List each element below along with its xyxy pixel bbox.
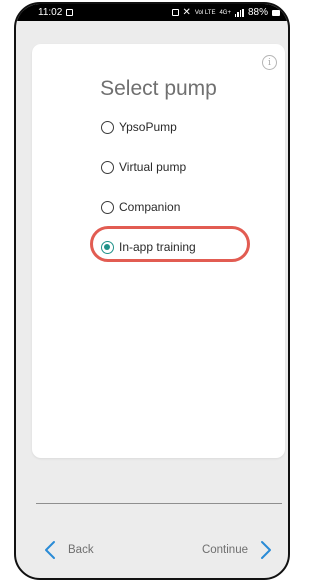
radio-icon[interactable] <box>101 120 114 134</box>
signal-icon <box>234 8 244 17</box>
option-label: Companion <box>119 200 181 214</box>
footer-nav: Back Continue <box>42 538 274 562</box>
status-bar: 11:02 ✕ Vol LTE 4G+ 88% <box>16 4 288 21</box>
status-right: ✕ Vol LTE 4G+ 88% <box>171 7 280 18</box>
option-virtual-pump[interactable]: Virtual pump <box>101 158 196 176</box>
select-pump-card: i Select pump YpsoPump Virtual pump Comp… <box>32 44 285 458</box>
status-time: 11:02 <box>38 7 63 18</box>
4g-label: 4G+ <box>219 9 231 16</box>
radio-icon[interactable] <box>101 160 114 174</box>
battery-percent: 88% <box>247 7 268 18</box>
mute-icon: ✕ <box>182 7 191 18</box>
option-label: YpsoPump <box>119 120 177 134</box>
back-label: Back <box>68 544 94 556</box>
info-icon[interactable]: i <box>262 55 277 70</box>
back-button[interactable]: Back <box>42 540 94 560</box>
volte-label: Vol LTE <box>194 9 216 16</box>
image-icon <box>66 9 74 16</box>
page-title: Select pump <box>100 77 217 100</box>
chevron-left-icon <box>45 541 55 559</box>
chevron-right-icon <box>261 541 271 559</box>
continue-button[interactable]: Continue <box>202 540 274 560</box>
option-ypsopump[interactable]: YpsoPump <box>101 118 196 136</box>
highlight-annotation <box>90 226 250 262</box>
option-label: Virtual pump <box>119 160 187 174</box>
lock-icon <box>171 9 179 16</box>
continue-label: Continue <box>201 544 248 556</box>
phone-frame: 11:02 ✕ Vol LTE 4G+ 88% i Select pump Yp… <box>14 2 290 580</box>
status-left: 11:02 <box>38 7 74 18</box>
option-companion[interactable]: Companion <box>101 198 196 216</box>
battery-icon <box>272 9 280 16</box>
radio-icon[interactable] <box>101 200 114 214</box>
footer-divider <box>36 503 282 504</box>
